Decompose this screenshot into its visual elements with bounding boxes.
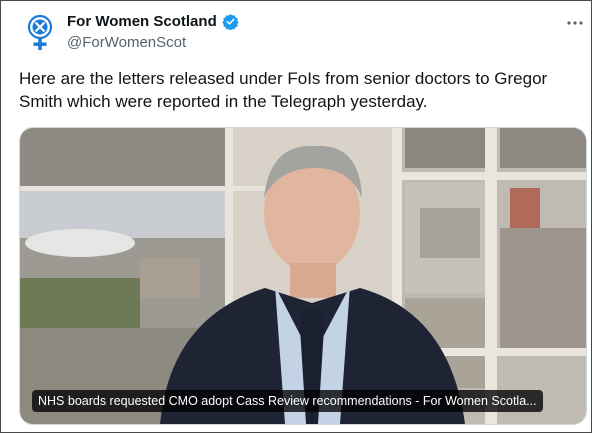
author-name-row: For Women Scotland: [67, 13, 239, 31]
verified-badge-icon: [222, 13, 239, 31]
more-options-icon: [567, 21, 583, 25]
avatar[interactable]: [21, 13, 59, 51]
link-card-caption: NHS boards requested CMO adopt Cass Revi…: [32, 390, 543, 412]
more-options-button[interactable]: [563, 13, 587, 33]
author-handle[interactable]: @ForWomenScot: [67, 34, 186, 51]
women-symbol-logo-icon: [27, 14, 53, 50]
link-card[interactable]: NHS boards requested CMO adopt Cass Revi…: [19, 127, 587, 425]
tweet-card: For Women Scotland @ForWomenScot Here ar…: [0, 0, 592, 433]
tweet-text: Here are the letters released under FoIs…: [19, 69, 548, 111]
author-display-name[interactable]: For Women Scotland: [67, 13, 217, 30]
link-card-image: [20, 128, 586, 424]
